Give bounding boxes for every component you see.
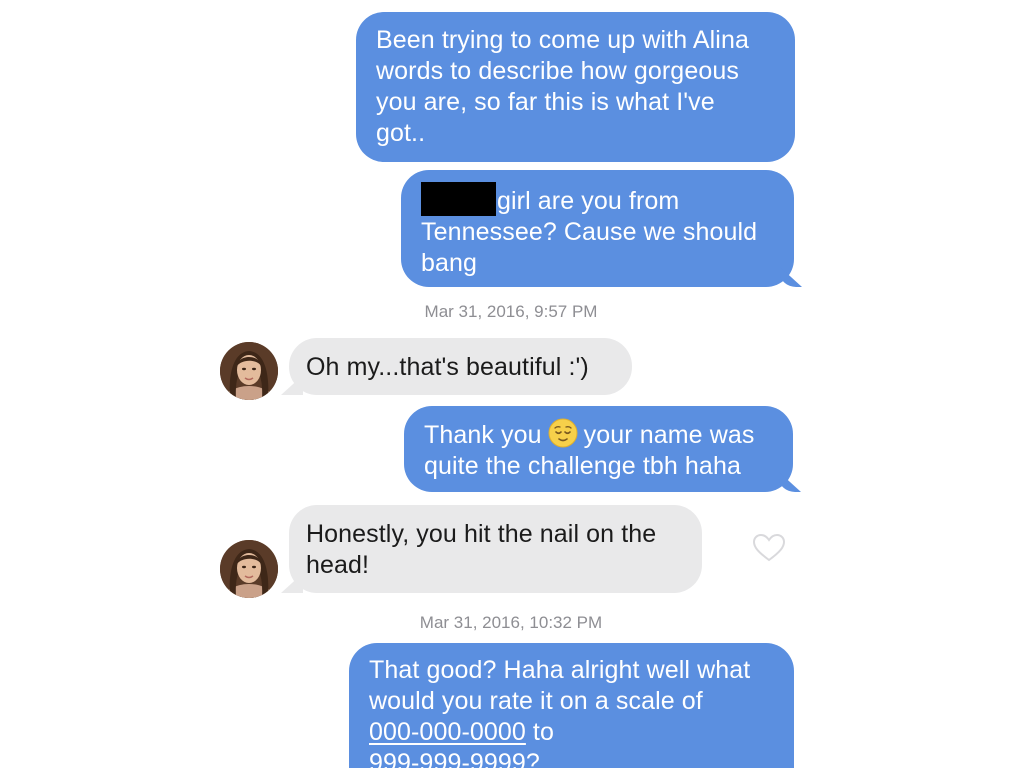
relieved-face-emoji-icon bbox=[548, 418, 578, 448]
message-text-line: would you rate it on a scale of bbox=[369, 687, 703, 715]
contact-avatar[interactable] bbox=[220, 540, 278, 598]
sent-message-bubble[interactable]: girl are you from Tennessee? Cause we sh… bbox=[401, 170, 794, 287]
phone-number-link[interactable]: 000-000-0000 bbox=[369, 718, 526, 746]
message-text-line: Tennessee? Cause we should bbox=[421, 218, 758, 246]
sent-message-bubble[interactable]: Been trying to come up with Alina words … bbox=[356, 12, 795, 162]
message-text-line: got.. bbox=[376, 119, 426, 147]
message-text-line: girl are you from bbox=[421, 182, 774, 217]
avatar-image bbox=[220, 342, 278, 400]
message-text-line: words to describe how gorgeous bbox=[376, 57, 739, 85]
timestamp-label: Mar 31, 2016, 9:57 PM bbox=[424, 302, 598, 321]
message-text-line: you are, so far this is what I've bbox=[376, 88, 715, 116]
message-text-line: 000-000-0000 to bbox=[369, 717, 774, 748]
message-text-line: quite the challenge tbh haha bbox=[424, 452, 741, 480]
redacted-name-box bbox=[421, 182, 496, 216]
timestamp-label: Mar 31, 2016, 10:32 PM bbox=[419, 613, 603, 632]
sent-message-bubble[interactable]: Thank you your name was quite the challe… bbox=[404, 406, 793, 492]
message-text-line: head! bbox=[306, 551, 370, 579]
message-text-line: 999-999-9999? bbox=[369, 748, 774, 768]
message-text-line: Thank you your name was bbox=[424, 418, 773, 451]
contact-avatar[interactable] bbox=[220, 342, 278, 400]
heart-outline-icon[interactable] bbox=[752, 533, 786, 563]
message-text: Oh my...that's beautiful :') bbox=[306, 353, 589, 381]
message-text-line: That good? Haha alright well what bbox=[369, 656, 751, 684]
received-message-bubble[interactable]: Oh my...that's beautiful :') bbox=[289, 338, 632, 395]
sent-message-bubble[interactable]: That good? Haha alright well what would … bbox=[349, 643, 794, 768]
phone-number-link[interactable]: 999-999-9999? bbox=[369, 749, 540, 768]
message-text-line: bang bbox=[421, 249, 478, 277]
message-text: girl are you from bbox=[497, 187, 680, 215]
message-thread: Been trying to come up with Alina words … bbox=[0, 0, 1024, 768]
message-text-line: Been trying to come up with Alina bbox=[376, 26, 749, 54]
message-text: your name was bbox=[583, 421, 755, 449]
message-text-line: Honestly, you hit the nail on the bbox=[306, 520, 657, 548]
received-message-bubble[interactable]: Honestly, you hit the nail on the head! bbox=[289, 505, 702, 593]
message-text: to bbox=[525, 718, 554, 746]
avatar-image bbox=[220, 540, 278, 598]
message-text: Thank you bbox=[424, 421, 542, 449]
